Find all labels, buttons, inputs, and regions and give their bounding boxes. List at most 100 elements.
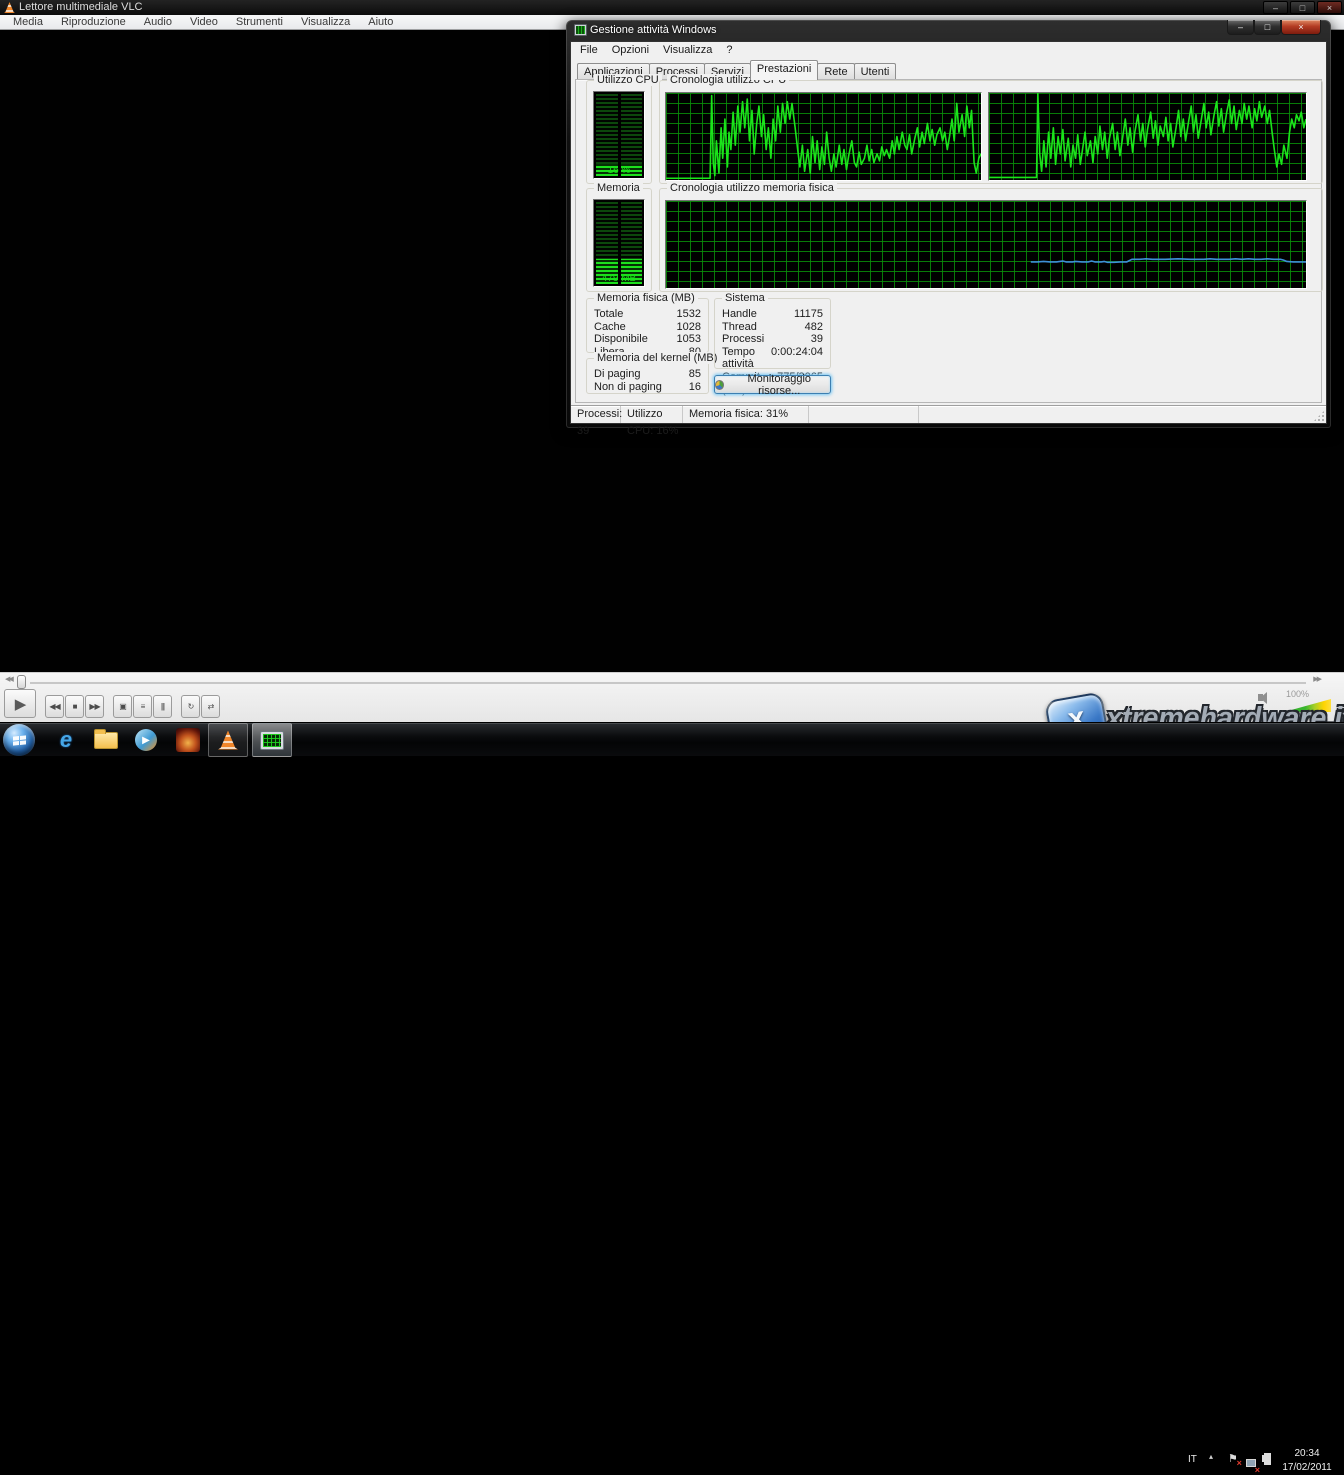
task-manager-titlebar[interactable]: Gestione attività Windows – □ × xyxy=(566,20,1331,41)
vlc-restore-button[interactable]: □ xyxy=(1290,1,1315,14)
status-pane: Utilizzo CPU: 16% xyxy=(621,406,683,423)
playlist-button[interactable]: ≡ xyxy=(133,695,152,718)
menu-item-media[interactable]: Media xyxy=(4,15,52,29)
task-manager-client-area: FileOpzioniVisualizza? ApplicazioniProce… xyxy=(570,41,1327,424)
menu-item-aiuto[interactable]: Aiuto xyxy=(359,15,402,29)
system-groupbox: Sistema Handle11175Thread482Processi39Te… xyxy=(714,298,831,369)
info-row: Disponibile 1053 xyxy=(589,333,706,346)
cpu-usage-meter: 16 % xyxy=(593,91,645,179)
taskbar-item-task-manager[interactable] xyxy=(252,723,292,757)
menu-item--[interactable]: ? xyxy=(719,43,739,57)
info-row: Thread 482 xyxy=(717,321,828,334)
memory-value: 479 MB xyxy=(594,273,644,284)
vlc-minimize-button[interactable]: – xyxy=(1263,1,1288,14)
menu-item-visualizza[interactable]: Visualizza xyxy=(656,43,719,57)
action-center-icon[interactable]: ⚑× xyxy=(1228,1452,1238,1465)
menu-item-riproduzione[interactable]: Riproduzione xyxy=(52,15,135,29)
info-label: Non di paging xyxy=(594,381,662,394)
cpu-history-chart-1 xyxy=(665,92,982,181)
vlc-control-bar: ◀◀ ▶▶ ▶◀◀■▶▶▣≡|||↻⇄ xyxy=(0,672,1344,722)
system-group-title: Sistema xyxy=(722,292,768,304)
taskbar-item-media-player[interactable]: ▶ xyxy=(126,723,166,757)
info-row: Tempo attività0:00:24:04 xyxy=(717,346,828,371)
tray-language-indicator[interactable]: IT xyxy=(1188,1454,1197,1465)
play-button[interactable]: ▶ xyxy=(4,689,36,718)
menu-item-strumenti[interactable]: Strumenti xyxy=(227,15,292,29)
stop-button[interactable]: ■ xyxy=(65,695,84,718)
vlc-icon xyxy=(218,731,238,750)
volume-percent-label: 100% xyxy=(1286,689,1309,699)
volume-speaker-icon[interactable] xyxy=(1258,691,1274,703)
equalizer-button[interactable]: ||| xyxy=(153,695,172,718)
network-x-icon: × xyxy=(1255,1465,1260,1475)
cpu-usage-groupbox: Utilizzo CPU 16 % xyxy=(586,80,652,184)
shuffle-button[interactable]: ⇄ xyxy=(201,695,220,718)
info-row: Processi39 xyxy=(717,333,828,346)
tab-utenti[interactable]: Utenti xyxy=(854,63,897,80)
tab-rete[interactable]: Rete xyxy=(817,63,854,80)
vlc-close-button[interactable]: × xyxy=(1317,1,1342,14)
info-label: Di paging xyxy=(594,368,640,381)
resource-monitor-button[interactable]: Monitoraggio risorse... xyxy=(714,375,831,394)
tray-clock[interactable]: 20:34 17/02/2011 xyxy=(1276,1447,1338,1475)
menu-item-audio[interactable]: Audio xyxy=(135,15,181,29)
info-row: Di paging 85 xyxy=(589,368,706,381)
taskbar-item-flame-app[interactable] xyxy=(168,723,208,757)
taskbar-item-vlc[interactable] xyxy=(208,723,248,757)
info-label: Totale xyxy=(594,308,623,321)
previous-button[interactable]: ◀◀ xyxy=(45,695,64,718)
tm-minimize-button[interactable]: – xyxy=(1227,20,1254,35)
vlc-titlebar: Lettore multimediale VLC – □ × xyxy=(0,0,1344,15)
next-button[interactable]: ▶▶ xyxy=(85,695,104,718)
status-pane xyxy=(809,406,919,423)
network-status-icon[interactable]: × xyxy=(1246,1454,1256,1472)
menu-item-opzioni[interactable]: Opzioni xyxy=(605,43,656,57)
tm-close-button[interactable]: × xyxy=(1281,20,1321,35)
kernel-memory-groupbox: Memoria del kernel (MB) Di paging85Non d… xyxy=(586,358,709,394)
tm-menubar: FileOpzioniVisualizza? xyxy=(571,42,1326,58)
info-label: Thread xyxy=(722,321,757,334)
menu-item-file[interactable]: File xyxy=(573,43,605,57)
memory-group-title: Memoria xyxy=(594,182,643,194)
info-value: 0:00:24:04 xyxy=(771,346,823,371)
menu-item-visualizza[interactable]: Visualizza xyxy=(292,15,359,29)
internet-explorer-icon: e xyxy=(60,727,72,753)
status-pane: Processi: 39 xyxy=(571,406,621,423)
seek-slider-handle[interactable] xyxy=(17,675,26,689)
physical-memory-title: Memoria fisica (MB) xyxy=(594,292,698,304)
info-label: Cache xyxy=(594,321,626,334)
taskbar-item-explorer[interactable] xyxy=(86,723,126,757)
media-player-icon: ▶ xyxy=(135,729,157,751)
info-value: 16 xyxy=(689,381,701,394)
alert-x-icon: × xyxy=(1237,1458,1242,1468)
fullscreen-button[interactable]: ▣ xyxy=(113,695,132,718)
tray-volume-icon[interactable] xyxy=(1262,1452,1276,1464)
info-value: 85 xyxy=(689,368,701,381)
vlc-logo-icon xyxy=(4,2,15,13)
info-value: 1053 xyxy=(677,333,701,346)
loop-button[interactable]: ↻ xyxy=(181,695,200,718)
tray-hidden-icons-arrow[interactable]: ▴ xyxy=(1209,1452,1213,1461)
start-button[interactable] xyxy=(3,724,35,756)
flame-app-icon xyxy=(176,728,200,752)
info-label: Handle xyxy=(722,308,757,321)
memory-history-group-title: Cronologia utilizzo memoria fisica xyxy=(667,182,837,194)
menu-item-video[interactable]: Video xyxy=(181,15,227,29)
info-row: Cache1028 xyxy=(589,321,706,334)
cpu-usage-value: 16 % xyxy=(594,165,644,176)
cpu-history-chart-2 xyxy=(988,92,1307,181)
tm-maximize-button[interactable]: □ xyxy=(1254,20,1281,35)
tab-prestazioni[interactable]: Prestazioni xyxy=(750,60,818,80)
info-value: 482 xyxy=(805,321,823,334)
seek-slider[interactable] xyxy=(30,682,1306,684)
kernel-memory-title: Memoria del kernel (MB) xyxy=(594,352,720,364)
task-manager-app-icon xyxy=(574,24,587,36)
info-label: Disponibile xyxy=(594,333,648,346)
info-row: Non di paging 16 xyxy=(589,381,706,394)
tray-time: 20:34 xyxy=(1276,1447,1338,1461)
taskbar-item-internet-explorer[interactable]: e xyxy=(46,723,86,757)
tm-status-bar: Processi: 39Utilizzo CPU: 16%Memoria fis… xyxy=(571,405,1326,423)
cpu-usage-group-title: Utilizzo CPU xyxy=(594,74,662,86)
task-manager-window: Gestione attività Windows – □ × FileOpzi… xyxy=(566,20,1331,428)
vlc-window-title: Lettore multimediale VLC xyxy=(19,1,143,13)
